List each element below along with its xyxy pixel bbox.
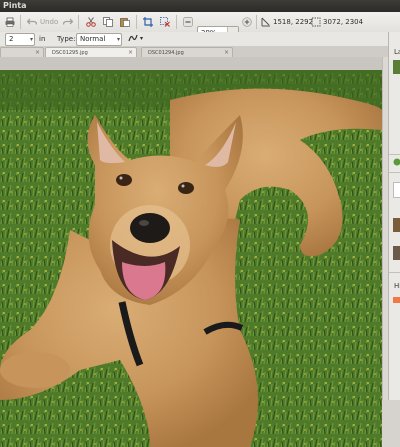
deselect-icon[interactable]: [160, 17, 170, 27]
add-layer-icon[interactable]: [393, 158, 400, 166]
antialiasing-icon: [128, 33, 138, 43]
image-thumbnail[interactable]: [393, 218, 400, 232]
history-label: Hi: [394, 282, 400, 290]
brush-width-combo[interactable]: 2 ▾: [5, 33, 35, 46]
width-unit-label: in: [39, 35, 45, 43]
type-label: Type:: [57, 35, 75, 43]
image-size-readout: 3072, 2304: [323, 18, 363, 26]
print-icon[interactable]: [5, 17, 15, 27]
window-title: Pinta: [0, 1, 27, 10]
chevron-down-icon[interactable]: ▾: [117, 34, 120, 45]
right-dock-panel: La Hi: [388, 32, 400, 400]
type-combo[interactable]: Normal ▾: [76, 33, 122, 46]
document-tabs: × DSC01295.jpg × DSC01294.jpg ×: [0, 46, 388, 57]
tool-options-bar: 2 ▾ in Type: Normal ▾ ▾: [0, 32, 400, 47]
undo-button[interactable]: Undo: [27, 17, 58, 27]
window-titlebar: Pinta: [0, 0, 400, 12]
tab-label: DSC01294.jpg: [148, 50, 184, 56]
cursor-position-icon: [261, 17, 271, 27]
tab-dsc01295[interactable]: DSC01295.jpg ×: [45, 47, 137, 57]
chevron-down-icon[interactable]: ▾: [30, 34, 33, 45]
brush-width-value: 2: [9, 35, 13, 43]
undo-label: Undo: [40, 18, 58, 26]
tab-label: DSC01295.jpg: [52, 50, 88, 56]
palette-swatch[interactable]: [393, 182, 400, 198]
layers-label: La: [394, 48, 400, 56]
layer-thumbnail[interactable]: [393, 60, 400, 74]
chevron-down-icon[interactable]: ▾: [140, 35, 143, 42]
undo-icon: [27, 17, 37, 27]
image-thumbnail[interactable]: [393, 246, 400, 260]
tab-previous[interactable]: ×: [0, 47, 44, 57]
cursor-position-readout: 1518, 2292: [273, 18, 313, 26]
image-size-icon: [311, 17, 321, 27]
redo-icon: [63, 17, 73, 27]
zoom-in-icon[interactable]: [242, 17, 252, 27]
main-toolbar: Undo 29% ▾ 1518, 2292 3072, 2304: [0, 12, 400, 33]
paste-icon[interactable]: [120, 17, 130, 27]
type-value: Normal: [80, 35, 105, 43]
redo-button[interactable]: [63, 17, 73, 27]
crop-to-selection-icon[interactable]: [143, 17, 153, 27]
antialiasing-toggle[interactable]: ▾: [128, 33, 143, 43]
copy-icon[interactable]: [103, 17, 113, 27]
cut-icon[interactable]: [86, 17, 96, 27]
history-item-icon[interactable]: [393, 296, 400, 304]
tab-dsc01294[interactable]: DSC01294.jpg ×: [141, 47, 233, 57]
zoom-out-icon[interactable]: [183, 17, 193, 27]
canvas-area[interactable]: [0, 57, 388, 400]
dog-photo[interactable]: [0, 70, 382, 447]
